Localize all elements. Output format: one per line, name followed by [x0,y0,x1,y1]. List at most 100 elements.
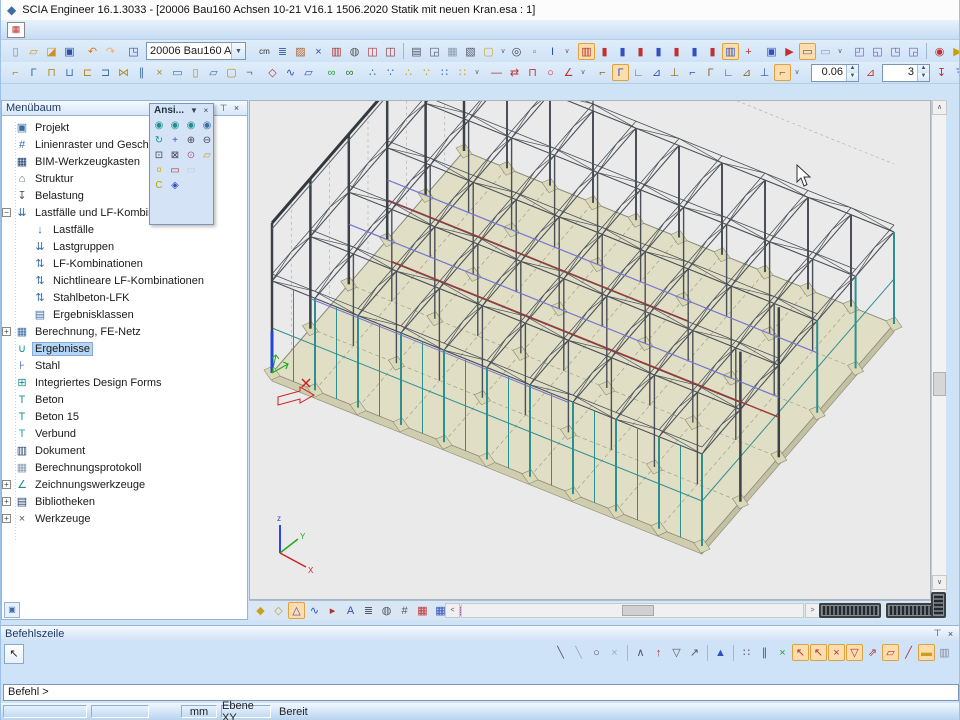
snap-endpoint-icon[interactable]: ↖ [792,644,809,661]
new-document-icon[interactable]: ▯ [7,43,24,60]
pointer-tool-button[interactable]: ↖ [4,644,24,664]
rotate-wheel-vertical[interactable] [931,592,946,618]
lasso-icon[interactable]: ▱ [300,64,317,81]
tree-expander[interactable] [20,259,29,268]
tree-expander[interactable]: − [2,208,11,217]
tree-item[interactable]: ▦ Berechnungsprotokoll [2,459,247,476]
rib-icon[interactable]: ⊔ [61,64,78,81]
scroll-left-icon[interactable]: < [445,603,460,618]
rotate-wheel-horizontal-1[interactable] [819,603,881,618]
paste-attributes-icon[interactable]: ◳ [887,43,904,60]
tree-expander[interactable] [2,157,11,166]
tree-expander[interactable] [2,344,11,353]
draw-circle-icon[interactable]: ○ [588,644,605,661]
tree-item-label[interactable]: Berechnung, FE-Netz [33,326,143,338]
flag-icon[interactable]: ▸ [324,602,341,619]
tree-item[interactable]: ⇊ Lastgruppen [2,238,247,255]
tree-item-label[interactable]: Ergebnisklassen [51,309,136,321]
numbering-icon[interactable]: # [396,602,413,619]
move-cross-icon[interactable]: + [740,43,757,60]
render-window-icon[interactable]: ◈ [168,179,182,193]
menu-item[interactable] [31,28,49,32]
dropdown-arrow-icon[interactable]: ▼ [231,43,245,59]
command-input[interactable]: Befehl > [3,684,959,701]
open-project-icon[interactable]: ◪ [43,43,60,60]
view-palette-header[interactable]: Ansi... ▼ × [150,104,213,117]
tree-item-label[interactable]: Linienraster und Geschoss [33,139,168,151]
tree-item[interactable]: + ∠ Zeichnungswerkzeuge [2,476,247,493]
tree-expander[interactable]: + [2,327,11,336]
tree-item-label[interactable]: Integriertes Design Forms [33,377,164,389]
angle-spinner[interactable]: 0.06 ▲▼ [811,64,859,82]
filter-dimension-icon[interactable]: ▮ [704,43,721,60]
tree-item-label[interactable]: Belastung [33,190,86,202]
overflow-icon[interactable]: ∨ [792,64,802,81]
clipboard-icon[interactable]: ▥ [328,43,345,60]
gallery-icon[interactable]: ▨ [292,43,309,60]
beam-icon[interactable]: ⊓ [43,64,60,81]
tree-item-label[interactable]: Werkzeuge [33,513,92,525]
table-icon[interactable]: ▦ [444,43,461,60]
marquee-icon[interactable]: ▫ [526,43,543,60]
edit-node-icon[interactable]: ◇ [264,64,281,81]
tree-item-label[interactable]: Stahl [33,360,62,372]
menu-item[interactable] [85,28,103,32]
tree-item-label[interactable]: Bibliotheken [33,496,97,508]
plate-icon[interactable]: ▭ [169,64,186,81]
chevron-down-icon[interactable]: ▼ [189,106,199,115]
zoom-out-icon[interactable]: ⊖ [200,134,214,148]
support-6-icon[interactable]: ⌐ [684,64,701,81]
section-a-icon[interactable]: ◫ [364,43,381,60]
pan-view-icon[interactable]: + [168,134,182,148]
wall-icon[interactable]: ▯ [187,64,204,81]
grid-snap-icon[interactable]: ∷ [738,644,755,661]
filter-support-icon[interactable]: ▮ [650,43,667,60]
draw-line-icon[interactable]: ╲ [552,644,569,661]
node-2-icon[interactable]: ∵ [382,64,399,81]
tree-item-label[interactable]: Dokument [33,445,87,457]
tree-item-label[interactable]: Nichtlineare LF-Kombinationen [51,275,206,287]
spinner-up-icon[interactable]: ▲ [918,65,929,73]
zoom-selection-icon[interactable]: ⊙ [184,149,198,163]
horizontal-scrollbar[interactable] [461,603,804,618]
tree-item[interactable]: ▤ Ergebnisklassen [2,306,247,323]
scroll-down-icon[interactable]: ∨ [932,575,947,590]
level-icon[interactable]: ↧ [933,64,950,81]
undo-icon[interactable]: ↶ [84,43,101,60]
angle-ref-icon[interactable]: ⊿ [862,64,879,81]
support-9-icon[interactable]: ⊿ [738,64,755,81]
spinner-down-icon[interactable]: ▼ [847,73,858,81]
overflow-icon[interactable]: ∨ [562,43,572,60]
cross-link-icon[interactable]: ¬ [241,64,258,81]
view-side-icon[interactable]: ◉ [168,119,182,133]
3d-view-area[interactable]: zYX [249,100,931,600]
new-view-icon[interactable]: ▱ [200,149,214,163]
save-icon[interactable]: ▣ [61,43,78,60]
truss-icon[interactable]: ⋈ [115,64,132,81]
rotate-view-icon[interactable]: ↻ [152,134,166,148]
tree-item[interactable]: ⇅ Nichtlineare LF-Kombinationen [2,272,247,289]
tree-item-label[interactable]: BIM-Werkzeugkasten [33,156,142,168]
snap-perpendicular-icon[interactable]: ▽ [846,644,863,661]
filter-slab-icon[interactable]: ▮ [632,43,649,60]
mesh-icon[interactable]: ◍ [346,43,363,60]
layer-view-icon[interactable]: ≣ [360,602,377,619]
menu-item[interactable] [49,28,67,32]
tree-item-label[interactable]: Zeichnungswerkzeuge [33,479,147,491]
support-2-icon[interactable]: Γ [612,64,629,81]
menu-item[interactable] [157,28,175,32]
tree-item-label[interactable]: Beton 15 [33,411,81,423]
scroll-up-icon[interactable]: ∧ [932,100,947,115]
tree-expander[interactable]: + [2,497,11,506]
print-icon[interactable]: ▤ [408,43,425,60]
member-1d-icon[interactable]: ⌐ [7,64,24,81]
draw-line2-icon[interactable]: ╲ [570,644,587,661]
tree-item[interactable]: + ▤ Bibliotheken [2,493,247,510]
tree-expander[interactable] [20,293,29,302]
cursor-snap-icon[interactable]: ▲ [712,644,729,661]
tree-expander[interactable] [20,276,29,285]
eye-icon[interactable]: ◉ [931,43,948,60]
view-store2-icon[interactable]: ▭ [184,164,198,178]
load-panel-icon[interactable]: ▢ [223,64,240,81]
tree-item-label[interactable]: Ergebnisse [33,343,92,355]
